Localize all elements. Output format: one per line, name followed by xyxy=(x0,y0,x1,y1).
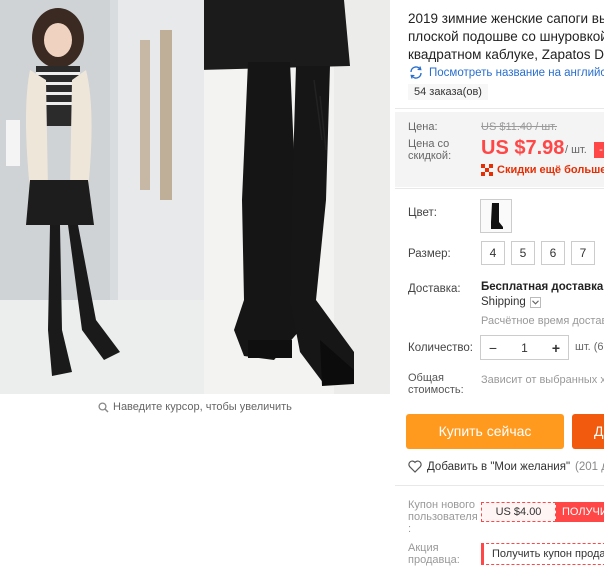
boot-photo-illustration xyxy=(204,0,390,394)
size-option[interactable]: 4 xyxy=(481,241,505,265)
wishlist-count: (201 до xyxy=(575,460,604,473)
new-user-coupon-label-line3: : xyxy=(408,523,412,535)
total-label-line2: стоимость: xyxy=(408,384,464,396)
boot-thumbnail-icon xyxy=(491,203,503,229)
zoom-hint: Наведите курсор, чтобы увеличить xyxy=(98,401,292,413)
add-to-wishlist-link[interactable]: Добавить в "Мои желания" (201 до xyxy=(408,460,604,473)
size-option[interactable]: 6 xyxy=(541,241,565,265)
quantity-label: Количество: xyxy=(408,342,473,354)
shipping-method-select[interactable]: Shipping xyxy=(481,296,541,308)
chevron-down-icon xyxy=(529,296,541,308)
color-label: Цвет: xyxy=(408,207,437,219)
product-title-line: 2019 зимние женские сапоги вы xyxy=(408,11,604,26)
shipping-estimate: Расчётное время доставки xyxy=(481,315,604,327)
free-shipping-text: Бесплатная доставка в xyxy=(481,281,604,293)
product-title-line: плоской подошве со шнуровкой xyxy=(408,29,604,44)
wishlist-text: Добавить в "Мои желания" xyxy=(427,460,571,473)
shipping-method-text: Shipping xyxy=(481,296,526,308)
product-photo-model[interactable] xyxy=(0,0,204,394)
buy-now-button[interactable]: Купить сейчас xyxy=(406,414,564,449)
app-discount-text: Скидки ещё больше в xyxy=(497,164,604,176)
orders-count: 54 заказа(ов) xyxy=(408,84,488,100)
translate-title-link[interactable]: Посмотреть название на английс xyxy=(408,66,604,79)
new-user-coupon-label-line1: Купон нового xyxy=(408,499,476,511)
shipping-label: Доставка: xyxy=(408,283,461,295)
seller-coupon-label-line1: Акция xyxy=(408,542,439,554)
old-price: US $11.40 / шт. xyxy=(481,121,558,133)
add-to-cart-button[interactable]: Д xyxy=(572,414,604,449)
divider xyxy=(395,188,604,189)
size-option[interactable]: 7 xyxy=(571,241,595,265)
model-photo-illustration xyxy=(0,0,204,394)
product-photo-main[interactable] xyxy=(204,0,390,394)
quantity-increase-button[interactable]: + xyxy=(544,336,568,359)
heart-icon xyxy=(408,460,422,473)
quantity-input[interactable]: 1 xyxy=(505,341,544,355)
total-value: Зависит от выбранных х xyxy=(481,374,604,386)
size-option[interactable]: 5 xyxy=(511,241,535,265)
quantity-decrease-button[interactable]: − xyxy=(481,336,505,359)
app-discount-link[interactable]: Скидки ещё больше в xyxy=(481,164,604,176)
seller-coupon-label-line2: продавца: xyxy=(408,554,460,566)
divider xyxy=(395,485,604,486)
translate-icon xyxy=(410,66,422,79)
product-title: 2019 зимние женские сапоги вы плоской по… xyxy=(408,10,604,64)
get-seller-coupon-button[interactable]: Получить купон прода xyxy=(481,543,604,565)
get-new-user-coupon-button[interactable]: ПОЛУЧИ xyxy=(556,502,604,522)
new-user-coupon-label-line2: пользователя xyxy=(408,511,478,523)
size-label: Размер: xyxy=(408,248,451,260)
product-title-line: квадратном каблуке, Zapatos De xyxy=(408,47,604,62)
total-label-line1: Общая xyxy=(408,372,444,384)
product-image-gallery[interactable] xyxy=(0,0,390,394)
divider xyxy=(395,108,604,109)
price-per-unit: / шт. xyxy=(565,144,587,156)
zoom-hint-text: Наведите курсор, чтобы увеличить xyxy=(113,401,292,413)
discount-price-label-line2: скидкой: xyxy=(408,150,452,162)
quantity-available: шт. (6 xyxy=(575,341,604,353)
color-swatch-black[interactable] xyxy=(480,199,512,233)
qr-code-icon xyxy=(481,164,493,176)
price-block: Цена: US $11.40 / шт. Цена со скидкой: U… xyxy=(395,112,604,187)
discount-price: US $7.98 xyxy=(481,137,565,159)
translate-title-text: Посмотреть название на английс xyxy=(429,66,604,79)
magnifier-icon xyxy=(98,401,109,412)
new-user-coupon-value: US $4.00 xyxy=(481,502,556,522)
quantity-stepper: − 1 + xyxy=(480,335,569,360)
price-label: Цена: xyxy=(408,121,438,133)
product-info-panel: 2019 зимние женские сапоги вы плоской по… xyxy=(395,0,604,582)
discount-badge: - xyxy=(594,142,604,158)
